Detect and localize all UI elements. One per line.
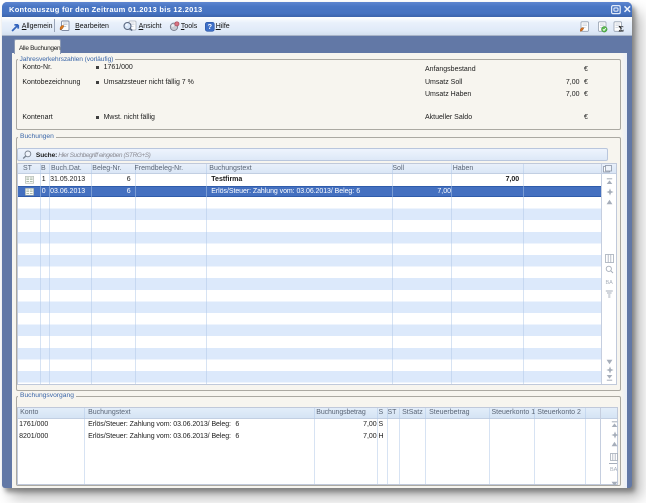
svg-text:Σ: Σ [618, 23, 624, 33]
svg-text:?: ? [207, 22, 212, 31]
